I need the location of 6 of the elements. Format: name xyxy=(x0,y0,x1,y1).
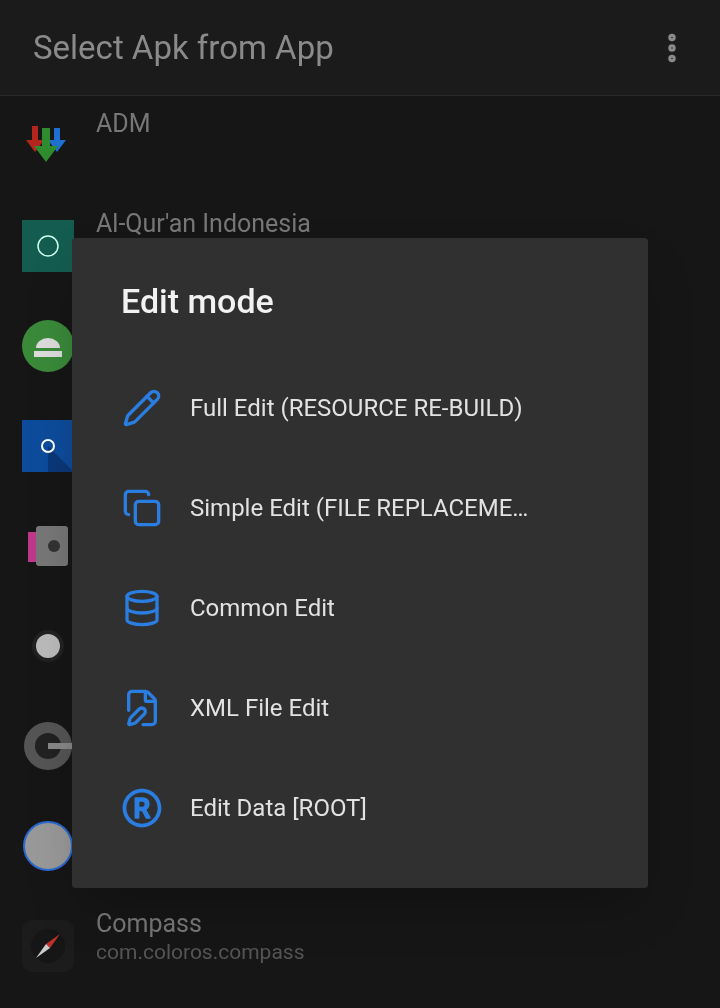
package-name: com.coloros.compass xyxy=(96,939,305,966)
app-name: Al-Qur'an Indonesia xyxy=(96,210,311,238)
app-bar-title: Select Apk from App xyxy=(33,26,334,69)
dialog-title: Edit mode xyxy=(120,280,275,323)
app-name: Compass xyxy=(96,910,203,938)
app-name: ADM xyxy=(96,110,151,138)
